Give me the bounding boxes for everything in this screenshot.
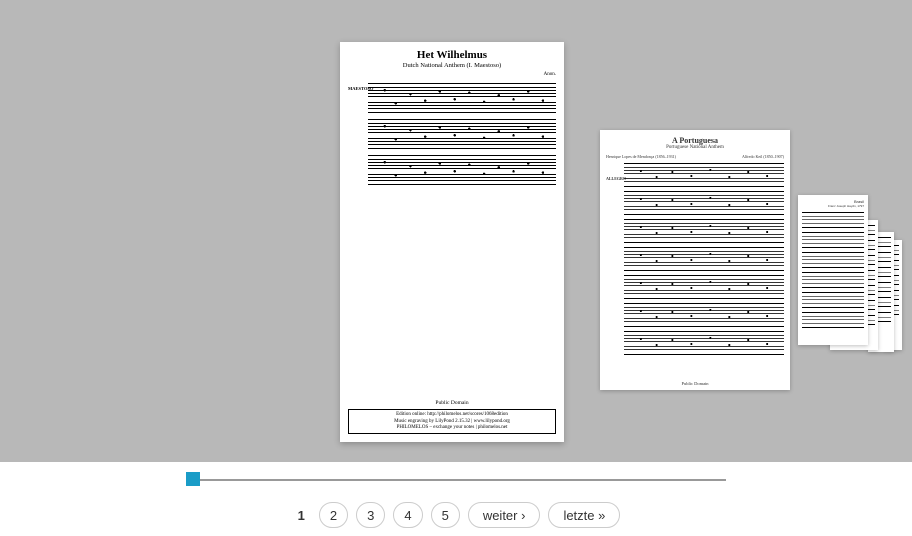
carousel-slider[interactable]	[186, 472, 726, 488]
next-sheet-footer: Public Domain	[600, 381, 790, 386]
main-sheet-tempo: MAESTOSO	[348, 86, 373, 91]
main-sheet-author: Anon.	[348, 72, 556, 77]
pagination-current: 1	[292, 508, 311, 523]
main-sheet-title: Het Wilhelmus	[348, 50, 556, 62]
next-sheet-title: A Portuguesa	[606, 136, 784, 145]
pagination: 1 2 3 4 5 weiter › letzte »	[0, 502, 912, 528]
pagination-next[interactable]: weiter ›	[468, 502, 541, 528]
pagination-last[interactable]: letzte »	[548, 502, 620, 528]
slider-track	[186, 479, 726, 481]
next-sheet-composer-right: Alfredo Keil (1850–1907)	[742, 154, 784, 159]
next-sheet-composer-left: Henrique Lopes de Mendonça (1856–1931)	[606, 154, 676, 159]
main-sheet-footer-line3: PHILOMELOS – exchange your notes | philo…	[397, 425, 508, 430]
next-sheet-subtitle: Portuguese National Anthem	[606, 145, 784, 150]
main-sheet-footer-line2: Music engraving by LilyPond 2.15.32 | ww…	[394, 419, 510, 424]
main-sheet-footer: Public Domain Edition online: http://phi…	[348, 400, 556, 434]
next-sheet-tempo: ALLEGRO	[606, 176, 626, 181]
main-sheet-public-domain: Public Domain	[348, 400, 556, 407]
peek-composer: Franz Joseph Haydn, 1797	[802, 204, 864, 208]
main-sheet-footer-line1: Edition online: http://philomelos.net/sc…	[396, 412, 508, 417]
sheet-main[interactable]: Het Wilhelmus Dutch National Anthem (I. …	[340, 42, 564, 442]
sheet-thumbnail-next[interactable]: A Portuguesa Portuguese National Anthem …	[600, 130, 790, 390]
slider-handle[interactable]	[186, 472, 200, 486]
pagination-page-2[interactable]: 2	[319, 502, 348, 528]
pagination-page-4[interactable]: 4	[393, 502, 422, 528]
carousel-slider-row	[0, 472, 912, 488]
sheet-thumbnail-peek[interactable]: Brasil Franz Joseph Haydn, 1797	[798, 195, 868, 345]
pagination-page-5[interactable]: 5	[431, 502, 460, 528]
carousel-stage[interactable]: Brasil Franz Joseph Haydn, 1797 A Portug…	[0, 0, 912, 462]
pagination-page-3[interactable]: 3	[356, 502, 385, 528]
carousel-viewer: Brasil Franz Joseph Haydn, 1797 A Portug…	[0, 0, 912, 462]
main-sheet-subtitle: Dutch National Anthem (I. Maestoso)	[348, 62, 556, 69]
